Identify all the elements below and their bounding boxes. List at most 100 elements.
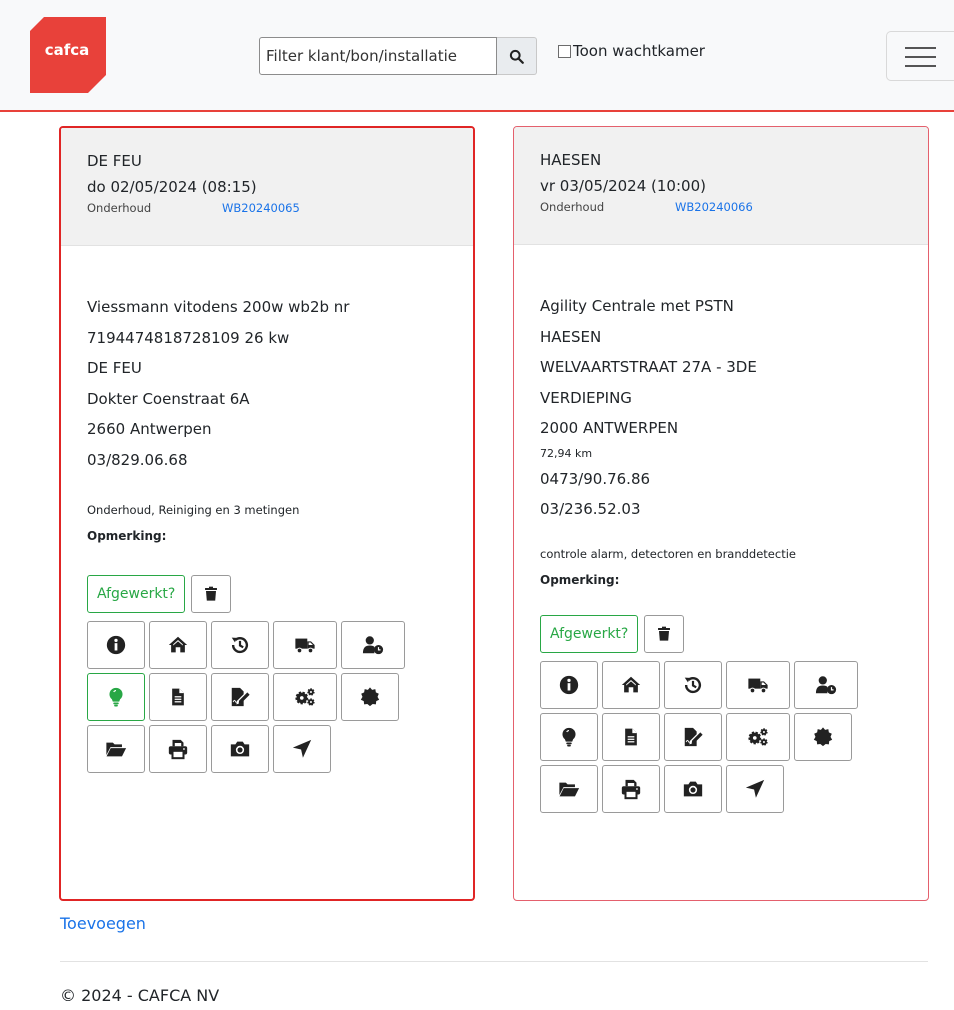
- user-clock-button[interactable]: [794, 660, 858, 709]
- open-folder-button[interactable]: [540, 764, 598, 813]
- camera-button[interactable]: [664, 764, 722, 813]
- appointment-datetime: do 02/05/2024 (08:15): [87, 178, 257, 196]
- trash-icon: [656, 625, 672, 643]
- job-description: Onderhoud, Reiniging en 3 metingen: [87, 503, 300, 517]
- history-icon: [682, 674, 704, 696]
- hamburger-line: [905, 65, 936, 67]
- search-icon: [509, 49, 524, 64]
- card-info-line: VERDIEPING: [540, 388, 632, 407]
- trash-icon: [203, 585, 219, 603]
- truck-icon: [292, 634, 318, 656]
- camera-button[interactable]: [211, 725, 269, 773]
- card-info-line: WELVAARTSTRAAT 27A - 3DE: [540, 358, 757, 376]
- truck-button[interactable]: [273, 621, 337, 669]
- cafca-logo[interactable]: cafca: [30, 17, 106, 93]
- open-folder-button[interactable]: [87, 725, 145, 773]
- print-button[interactable]: [149, 725, 207, 773]
- settings-button[interactable]: [273, 673, 337, 721]
- action-icon-grid: [87, 621, 447, 773]
- job-description: controle alarm, detectoren en branddetec…: [540, 546, 796, 561]
- phone-number: 03/236.52.03: [540, 500, 641, 518]
- card-info-line: DE FEU: [87, 359, 142, 377]
- certificate-icon: [359, 686, 381, 708]
- mark-done-button[interactable]: Afgewerkt?: [87, 575, 186, 613]
- action-icon-grid: [540, 660, 902, 813]
- waiting-room-checkbox[interactable]: [558, 44, 571, 58]
- info-button[interactable]: [87, 621, 145, 669]
- print-icon: [620, 778, 642, 800]
- signature-button[interactable]: [211, 673, 269, 721]
- waiting-room-toggle[interactable]: Toon wachtkamer: [558, 42, 705, 60]
- home-icon: [166, 634, 190, 656]
- card-info-line: Dokter Coenstraat 6A: [87, 389, 250, 408]
- history-button[interactable]: [664, 660, 722, 709]
- signature-button[interactable]: [664, 712, 722, 761]
- appointment-type: Onderhoud: [540, 200, 605, 214]
- print-button[interactable]: [602, 764, 660, 813]
- customer-name: DE FEU: [87, 152, 142, 170]
- navigate-button[interactable]: [273, 725, 331, 773]
- home-button[interactable]: [149, 621, 207, 669]
- user-clock-button[interactable]: [341, 621, 405, 669]
- certificate-button[interactable]: [341, 673, 399, 721]
- document-button[interactable]: [602, 712, 660, 761]
- info-button[interactable]: [540, 660, 598, 709]
- bon-number-link[interactable]: WB20240065: [222, 201, 300, 215]
- certificate-button[interactable]: [794, 712, 852, 761]
- lightbulb-icon: [105, 685, 127, 709]
- folder-open-icon: [104, 738, 128, 760]
- menu-button[interactable]: [886, 31, 954, 81]
- delete-button[interactable]: [191, 575, 232, 613]
- appointment-type: Onderhoud: [87, 201, 152, 215]
- footer-divider: [60, 961, 928, 962]
- cogs-icon: [292, 686, 318, 708]
- remark-label: Opmerking:: [540, 572, 620, 587]
- lightbulb-button[interactable]: [87, 673, 145, 721]
- document-icon: [168, 686, 188, 708]
- customer-name: HAESEN: [540, 151, 602, 169]
- history-icon: [229, 634, 251, 656]
- document-icon: [621, 726, 641, 748]
- appointment-card[interactable]: DE FEU do 02/05/2024 (08:15) Onderhoud W…: [59, 126, 475, 901]
- info-icon: [558, 674, 580, 696]
- remark-label: Opmerking:: [87, 529, 167, 543]
- truck-button[interactable]: [726, 660, 790, 709]
- appointment-datetime: vr 03/05/2024 (10:00): [540, 177, 706, 195]
- lightbulb-button[interactable]: [540, 712, 598, 761]
- bon-number-link[interactable]: WB20240066: [675, 200, 753, 214]
- hamburger-line: [905, 56, 936, 58]
- add-link[interactable]: Toevoegen: [60, 914, 146, 933]
- footer-copyright: © 2024 - CAFCA NV: [60, 986, 220, 1005]
- camera-icon: [682, 778, 704, 800]
- home-icon: [619, 674, 643, 696]
- user-clock-icon: [360, 634, 386, 656]
- appointment-card[interactable]: HAESEN vr 03/05/2024 (10:00) Onderhoud W…: [513, 126, 929, 901]
- filter-input[interactable]: [259, 37, 497, 75]
- mark-done-button[interactable]: Afgewerkt?: [540, 614, 639, 653]
- document-button[interactable]: [149, 673, 207, 721]
- card-info-line: Agility Centrale met PSTN: [540, 297, 734, 315]
- home-button[interactable]: [602, 660, 660, 709]
- card-info-line: 2660 Antwerpen: [87, 420, 212, 438]
- print-icon: [167, 738, 189, 760]
- location-arrow-icon: [291, 738, 313, 760]
- signature-icon: [228, 686, 252, 708]
- search-button[interactable]: [497, 37, 537, 75]
- user-clock-icon: [813, 674, 839, 696]
- logo-text: cafca: [45, 41, 90, 59]
- camera-icon: [229, 738, 251, 760]
- certificate-icon: [812, 726, 834, 748]
- card-info-line: 7194474818728109 26 kw: [87, 328, 290, 347]
- location-arrow-icon: [744, 778, 766, 800]
- phone-number: 03/829.06.68: [87, 450, 188, 469]
- distance: 72,94 km: [540, 446, 593, 460]
- card-header: DE FEU do 02/05/2024 (08:15) Onderhoud W…: [61, 128, 473, 246]
- cogs-icon: [745, 726, 771, 748]
- settings-button[interactable]: [726, 712, 790, 761]
- lightbulb-icon: [558, 725, 580, 749]
- delete-button[interactable]: [644, 614, 685, 653]
- info-icon: [105, 634, 127, 656]
- history-button[interactable]: [211, 621, 269, 669]
- signature-icon: [681, 726, 705, 748]
- navigate-button[interactable]: [726, 764, 784, 813]
